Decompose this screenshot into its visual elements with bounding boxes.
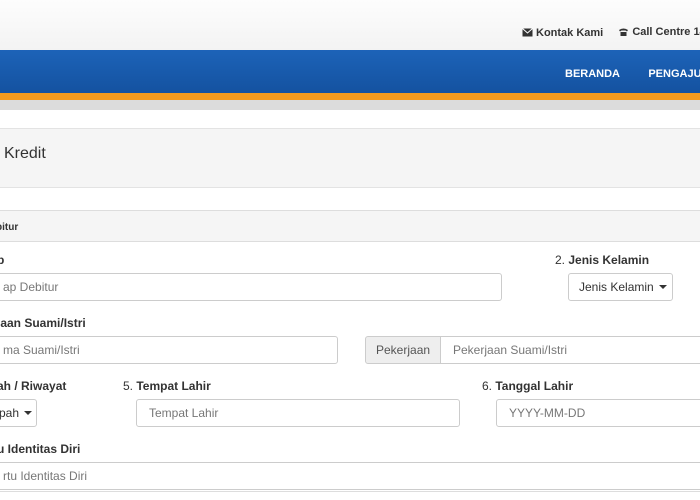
history-dropdown-value: pah [0,406,20,420]
spouse-job-input[interactable] [440,336,700,364]
contact-label: Kontak Kami [536,26,604,39]
call-centre-label: Call Centre 1401 [632,26,700,38]
spouse-label: jaan Suami/Istri [0,316,86,330]
section-header [0,210,700,242]
contact-link[interactable]: Kontak Kami [522,27,603,39]
nav-item-pengajuan[interactable]: PENGAJUAN [648,68,700,80]
gender-dropdown-value: Jenis Kelamin [579,280,654,294]
birthdate-label: 6. Tanggal Lahir [482,379,574,393]
top-utility-bar: Kontak Kami Call Centre 1401 [0,0,700,50]
history-label: ah / Riwayat [0,379,67,393]
gender-label: 2. Jenis Kelamin [555,253,650,267]
caret-down-icon [24,411,33,415]
birthplace-label: 5. Tempat Lahir [123,379,211,393]
page-title: Kredit [4,145,46,162]
history-dropdown[interactable]: pah [0,399,37,427]
title-panel [0,128,700,188]
debtor-name-input[interactable] [0,273,502,301]
spouse-name-input[interactable] [0,336,338,364]
id-card-input[interactable] [0,462,700,490]
accent-stripe [0,93,700,100]
job-addon: Pekerjaan [365,336,441,364]
gender-dropdown[interactable]: Jenis Kelamin [568,273,673,301]
birthdate-input[interactable] [496,399,700,427]
divider-stripe [0,100,700,110]
call-centre-link[interactable]: Call Centre 1401 [618,26,700,38]
section-title: bitur [0,222,19,233]
main-navbar: BERANDA PENGAJUAN [0,50,700,93]
nav-menu: BERANDA PENGAJUAN [565,66,700,80]
id-label: u Identitas Diri [0,442,81,456]
utility-links: Kontak Kami Call Centre 1401 [522,26,700,40]
envelope-icon [522,28,533,37]
phone-icon [619,28,629,36]
name-label: p [0,253,5,267]
caret-down-icon [658,285,667,289]
birthplace-input[interactable] [136,399,460,427]
nav-item-beranda[interactable]: BERANDA [565,68,620,80]
